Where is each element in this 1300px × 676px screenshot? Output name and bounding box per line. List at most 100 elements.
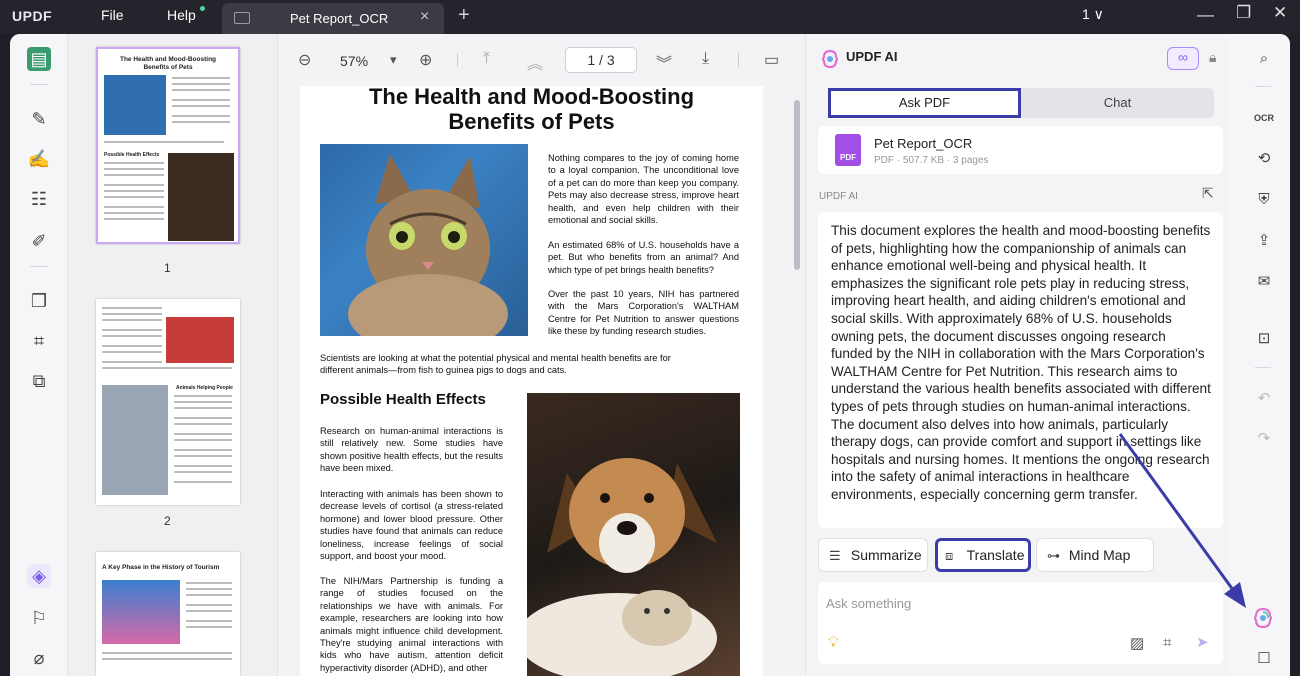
convert-icon[interactable]: ⟲ xyxy=(1253,148,1275,170)
pdf-file-icon: PDF xyxy=(835,134,861,166)
body-paragraph-1: Research on human-animal interactions is… xyxy=(320,426,503,474)
ai-answer: This document explores the health and mo… xyxy=(818,212,1223,528)
menu-help[interactable]: Help xyxy=(167,7,196,23)
left-tool-rail: ▤ ✎ ✍ ☷ ✐ ❐ ⌗ ⧉ ◈ ⚐ ⌀ xyxy=(10,34,68,676)
menu-file[interactable]: File xyxy=(101,7,124,23)
mind-map-button[interactable]: ⊶ Mind Map xyxy=(1036,538,1154,572)
zoom-out-button[interactable]: ⊖ xyxy=(298,50,311,70)
export-icon[interactable]: ⇱ xyxy=(1202,185,1214,202)
lock-icon[interactable]: 🔒︎ xyxy=(1209,49,1216,66)
lightbulb-icon[interactable]: 💡︎ xyxy=(828,634,839,651)
file-meta: PDF · 507.7 KB · 3 pages xyxy=(874,155,989,166)
tab-close-button[interactable]: × xyxy=(420,8,429,26)
divider xyxy=(30,84,48,85)
answer-source-label: UPDF AI xyxy=(819,191,858,202)
cat-illustration xyxy=(348,154,508,336)
tab-ask-pdf[interactable]: Ask PDF xyxy=(828,88,1021,118)
ai-assistant-panel: UPDF AI ∞ 🔒︎ Ask PDF Chat PDF Pet Report… xyxy=(805,34,1229,676)
last-page-icon[interactable]: ⤓ xyxy=(702,50,709,68)
thumbnail-panel: The Health and Mood-Boosting Benefits of… xyxy=(68,34,278,676)
close-window-button[interactable]: ✕ xyxy=(1273,3,1287,23)
summarize-button[interactable]: ☰ Summarize xyxy=(818,538,928,572)
prev-page-icon[interactable]: ︽ xyxy=(527,50,543,74)
viewer-toolbar: ⊖ 57% ▾ ⊕ ⤒ ︽ 1 / 3 ︾ ⤓ ▭ xyxy=(278,34,805,86)
organize-pages-icon[interactable]: ❐ xyxy=(27,289,51,313)
send-icon[interactable]: ➤ xyxy=(1196,633,1209,651)
thumbnail-page-3[interactable]: A Key Phase in the History of Tourism xyxy=(96,552,240,676)
screenshot-crop-icon[interactable]: ⌗ xyxy=(1163,634,1171,651)
intro-paragraph-1: Nothing compares to the joy of coming ho… xyxy=(548,153,739,226)
redo-icon[interactable]: ↷ xyxy=(1253,428,1275,450)
fill-sign-icon[interactable]: ✐ xyxy=(27,229,51,253)
batch-icon[interactable]: ⧉ xyxy=(27,369,51,393)
bookmark-icon[interactable]: ⚐ xyxy=(27,606,51,630)
window-selector[interactable]: 1 ∨ xyxy=(1082,6,1104,23)
file-card[interactable]: PDF Pet Report_OCR PDF · 507.7 KB · 3 pa… xyxy=(818,126,1223,174)
body-paragraph-3: The NIH/Mars Partnership is funding a ra… xyxy=(320,576,503,673)
ai-panel-title: UPDF AI xyxy=(846,49,898,64)
email-icon[interactable]: ✉ xyxy=(1253,271,1275,293)
ask-input[interactable]: Ask something 💡︎ ▨ ⌗ ➤ xyxy=(818,582,1223,664)
document-tab[interactable]: Pet Report_OCR × xyxy=(222,3,444,34)
thumb-cat-image xyxy=(104,75,166,135)
zoom-dropdown-icon[interactable]: ▾ xyxy=(390,52,397,68)
comment-highlighter-icon[interactable]: ✎ xyxy=(27,107,51,131)
thumb-tourism-image xyxy=(102,580,180,644)
summarize-label: Summarize xyxy=(850,547,922,563)
thumbnail-page-1[interactable]: The Health and Mood-Boosting Benefits of… xyxy=(96,47,240,244)
minimize-button[interactable]: — xyxy=(1197,5,1214,25)
right-tool-rail: ⌕ OCR ⟲ ⛨ ⇪ ✉ ⊡ ↶ ↷ ☐ xyxy=(1229,34,1290,676)
title-bar: UPDF File Help Pet Report_OCR × + 1 ∨ — … xyxy=(0,0,1300,34)
list-icon: ☰ xyxy=(829,548,841,563)
restore-button[interactable]: ❐ xyxy=(1236,3,1251,23)
comment-icon[interactable]: ☐ xyxy=(1253,648,1275,670)
divider xyxy=(30,266,48,267)
body-paragraph-2: Interacting with animals has been shown … xyxy=(320,489,503,562)
reader-mode-icon[interactable]: ▤ xyxy=(27,47,51,71)
edit-pdf-icon[interactable]: ✍ xyxy=(27,147,51,171)
page-title: The Health and Mood-Boosting Benefits of… xyxy=(368,84,695,134)
search-icon[interactable]: ⌕ xyxy=(1253,48,1275,70)
dog-illustration xyxy=(527,458,717,676)
cat-photo xyxy=(320,144,528,336)
presentation-icon[interactable]: ▭ xyxy=(764,50,779,70)
attachment-icon[interactable]: ⌀ xyxy=(27,646,51,670)
intro-paragraph-2: An estimated 68% of U.S. households have… xyxy=(548,240,739,275)
thumbnail-number: 1 xyxy=(164,261,171,275)
ocr-icon[interactable]: OCR xyxy=(1253,107,1275,129)
thumb-title: The Health and Mood-Boosting Benefits of… xyxy=(119,56,217,71)
save-icon[interactable]: ⊡ xyxy=(1253,328,1275,350)
divider xyxy=(738,53,739,67)
undo-icon[interactable]: ↶ xyxy=(1253,388,1275,410)
thumbnail-page-2[interactable]: Animals Helping People xyxy=(96,299,240,505)
updf-logo: UPDF xyxy=(12,8,53,24)
crop-icon[interactable]: ⌗ xyxy=(27,329,51,353)
protect-icon[interactable]: ⛨ xyxy=(1253,189,1275,211)
section-heading: Possible Health Effects xyxy=(320,391,486,408)
thumb-red-image xyxy=(166,317,234,363)
ask-placeholder: Ask something xyxy=(826,596,912,611)
image-upload-icon[interactable]: ▨ xyxy=(1130,634,1144,652)
zoom-in-button[interactable]: ⊕ xyxy=(419,50,432,70)
share-icon[interactable]: ⇪ xyxy=(1253,230,1275,252)
infinity-mode-button[interactable]: ∞ xyxy=(1167,47,1199,70)
translate-label: Translate xyxy=(966,547,1025,563)
form-icon[interactable]: ☷ xyxy=(27,187,51,211)
translate-button[interactable]: ⧈ Translate xyxy=(935,538,1031,572)
zoom-value[interactable]: 57% xyxy=(340,53,368,69)
new-tab-button[interactable]: + xyxy=(458,4,470,27)
thumb-heading: Animals Helping People xyxy=(176,385,233,391)
next-page-icon[interactable]: ︾ xyxy=(656,50,672,74)
thumb-dog-image xyxy=(168,153,234,241)
app-window: ▤ ✎ ✍ ☷ ✐ ❐ ⌗ ⧉ ◈ ⚐ ⌀ The Health and Moo… xyxy=(10,34,1290,676)
updf-ai-button-icon[interactable] xyxy=(1253,608,1273,628)
document-viewer: ⊖ 57% ▾ ⊕ ⤒ ︽ 1 / 3 ︾ ⤓ ▭ The Health and… xyxy=(278,34,805,676)
mind-map-icon: ⊶ xyxy=(1047,548,1060,563)
tab-chat[interactable]: Chat xyxy=(1021,88,1214,118)
layers-icon[interactable]: ◈ xyxy=(27,564,51,588)
first-page-icon[interactable]: ⤒ xyxy=(483,50,490,68)
vertical-scrollbar[interactable] xyxy=(794,100,800,270)
page-indicator-input[interactable]: 1 / 3 xyxy=(565,47,637,73)
divider xyxy=(457,53,458,67)
mind-map-label: Mind Map xyxy=(1068,547,1131,563)
